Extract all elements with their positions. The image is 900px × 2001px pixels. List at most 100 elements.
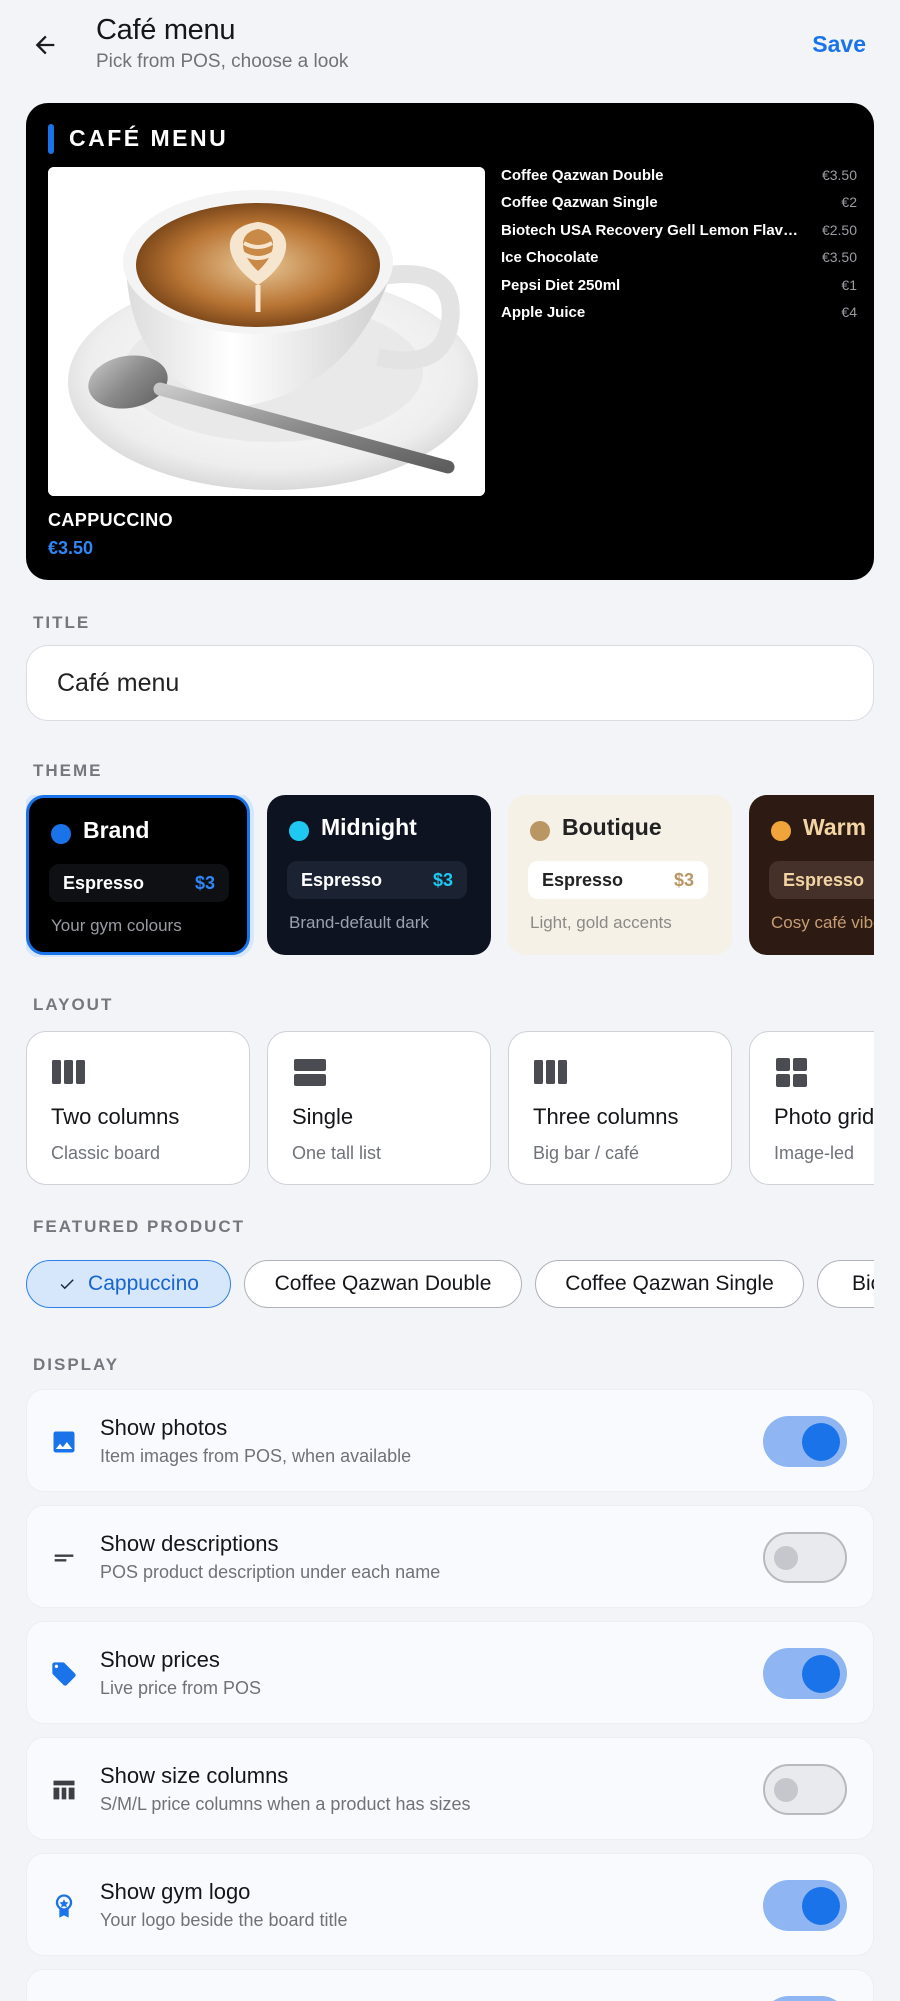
- theme-sample-chip: Espresso $3: [528, 861, 708, 899]
- grid-icon: [776, 1058, 807, 1087]
- option-subtitle: Live price from POS: [100, 1678, 262, 1698]
- chip-label: Biotech USA Recovery Gell Lemon Flavour: [852, 1272, 874, 1295]
- layout-name: Photo grid: [774, 1104, 874, 1129]
- cafe-menu-editor-screen: Café menu Pick from POS, choose a look S…: [0, 0, 900, 2001]
- board-item: Coffee Qazwan Double €3.50: [501, 167, 857, 194]
- theme-picker: Brand Espresso $3 Your gym colours Midni…: [26, 795, 874, 957]
- board-item-price: €2.50: [821, 221, 857, 238]
- theme-description: Cosy café vibe: [771, 913, 874, 932]
- partial-row-toggle[interactable]: [763, 1996, 847, 2001]
- theme-description: Brand-default dark: [289, 913, 429, 932]
- image-icon: [50, 1428, 78, 1456]
- page-title: Café menu: [96, 14, 236, 46]
- chip-label: Coffee Qazwan Double: [274, 1272, 492, 1295]
- toggle-knob: [802, 1654, 840, 1693]
- board-item: Pepsi Diet 250ml €1: [501, 277, 857, 304]
- arrow-back-icon: [35, 35, 55, 55]
- theme-name: Brand: [83, 817, 150, 843]
- board-item-name: Ice Chocolate: [501, 249, 599, 267]
- short-text-icon: [50, 1544, 78, 1572]
- chip-coffee-qazwan-single[interactable]: Coffee Qazwan Single: [535, 1260, 804, 1308]
- theme-card-brand[interactable]: Brand Espresso $3 Your gym colours: [26, 795, 250, 955]
- theme-sample-chip: Espresso $3: [769, 861, 874, 899]
- save-button[interactable]: Save: [812, 31, 866, 58]
- board-item: Coffee Qazwan Single €2: [501, 194, 857, 221]
- theme-color-dot: [51, 824, 71, 844]
- featured-product-name: CAPPUCCINO: [48, 510, 174, 530]
- board-item-name: Coffee Qazwan Single: [501, 194, 658, 212]
- option-title: Show descriptions: [100, 1531, 279, 1556]
- theme-card-boutique[interactable]: Boutique Espresso $3 Light, gold accents: [508, 795, 732, 955]
- theme-color-dot: [530, 821, 550, 841]
- theme-name: Boutique: [562, 814, 662, 840]
- toggle-knob: [774, 1777, 798, 1802]
- sample-item-label: Espresso: [301, 870, 383, 890]
- accent-bar: [48, 124, 54, 154]
- layout-card-two-columns[interactable]: Two columns Classic board: [26, 1031, 250, 1185]
- option-title: Show photos: [100, 1415, 228, 1440]
- app-header: Café menu Pick from POS, choose a look S…: [0, 0, 900, 84]
- three-columns-icon: [534, 1060, 567, 1084]
- option-subtitle: Your logo beside the board title: [100, 1910, 348, 1930]
- show-prices-toggle[interactable]: [763, 1648, 847, 1699]
- title-section-label: TITLE: [33, 613, 91, 632]
- chip-cappuccino[interactable]: Cappuccino: [26, 1260, 231, 1308]
- theme-section-label: THEME: [33, 761, 103, 780]
- board-item-name: Pepsi Diet 250ml: [501, 276, 621, 294]
- board-title: CAFÉ MENU: [69, 125, 229, 151]
- board-item-name: Coffee Qazwan Double: [501, 167, 664, 184]
- theme-sample-chip: Espresso $3: [49, 864, 229, 902]
- board-item: Apple Juice €4: [501, 304, 857, 331]
- option-title: Show prices: [100, 1647, 220, 1672]
- board-item: Ice Chocolate €3.50: [501, 249, 857, 276]
- layout-card-single[interactable]: Single One tall list: [267, 1031, 491, 1185]
- board-item-price: €1: [841, 276, 857, 293]
- page-subtitle: Pick from POS, choose a look: [96, 51, 349, 72]
- option-title: Show size columns: [100, 1763, 289, 1788]
- option-subtitle: S/M/L price columns when a product has s…: [100, 1794, 471, 1814]
- layout-name: Two columns: [51, 1104, 180, 1129]
- layout-description: Classic board: [51, 1143, 161, 1163]
- menu-board-preview: CAFÉ MENU CAPPUCCINO €3.50 Coffee Qazwan…: [26, 103, 874, 580]
- title-input[interactable]: [26, 645, 874, 721]
- sample-item-price: $3: [673, 870, 694, 890]
- layout-name: Three columns: [533, 1104, 679, 1129]
- layout-section-label: LAYOUT: [33, 995, 114, 1014]
- badge-icon: [50, 1892, 78, 1920]
- display-section-label: DISPLAY: [33, 1355, 120, 1374]
- board-item-list: Coffee Qazwan Double €3.50 Coffee Qazwan …: [501, 167, 857, 331]
- show-photos-toggle[interactable]: [763, 1416, 847, 1467]
- display-row-show-prices: Show prices Live price from POS: [26, 1621, 874, 1724]
- chip-label: Cappuccino: [88, 1272, 199, 1295]
- theme-description: Light, gold accents: [530, 913, 672, 932]
- featured-product-chips: Cappuccino Coffee Qazwan Double Coffee Q…: [26, 1260, 874, 1310]
- show-gym-logo-toggle[interactable]: [763, 1880, 847, 1931]
- sample-item-label: Espresso: [63, 873, 145, 893]
- display-row-partial: [26, 1969, 874, 2001]
- option-title: Show gym logo: [100, 1879, 251, 1904]
- theme-card-warm[interactable]: Warm Espresso $3 Cosy café vibe: [749, 795, 874, 955]
- theme-color-dot: [771, 821, 791, 841]
- price-tag-icon: [50, 1660, 78, 1688]
- sample-item-label: Espresso: [542, 870, 624, 890]
- toggle-knob: [774, 1545, 798, 1570]
- chip-coffee-qazwan-double[interactable]: Coffee Qazwan Double: [244, 1260, 522, 1308]
- option-subtitle: Item images from POS, when available: [100, 1446, 412, 1466]
- board-item: Biotech USA Recovery Gell Lemon Flavou..…: [501, 222, 857, 249]
- back-button[interactable]: [22, 22, 68, 68]
- featured-section-label: FEATURED PRODUCT: [33, 1217, 246, 1236]
- display-row-show-gym-logo: Show gym logo Your logo beside the board…: [26, 1853, 874, 1956]
- board-item-price: €3.50: [821, 249, 857, 266]
- theme-sample-chip: Espresso $3: [287, 861, 467, 899]
- chip-biotech-usa-recovery[interactable]: Biotech USA Recovery Gell Lemon Flavour: [817, 1260, 874, 1308]
- show-size-columns-toggle[interactable]: [763, 1764, 847, 1815]
- layout-description: Big bar / café: [533, 1143, 640, 1163]
- option-subtitle: POS product description under each name: [100, 1562, 441, 1582]
- layout-card-photo-grid[interactable]: Photo grid Image-led: [749, 1031, 874, 1185]
- layout-card-three-columns[interactable]: Three columns Big bar / café: [508, 1031, 732, 1185]
- sample-item-price: $3: [432, 870, 453, 890]
- show-descriptions-toggle[interactable]: [763, 1532, 847, 1583]
- theme-name: Midnight: [321, 814, 417, 840]
- display-row-show-descriptions: Show descriptions POS product descriptio…: [26, 1505, 874, 1608]
- theme-card-midnight[interactable]: Midnight Espresso $3 Brand-default dark: [267, 795, 491, 955]
